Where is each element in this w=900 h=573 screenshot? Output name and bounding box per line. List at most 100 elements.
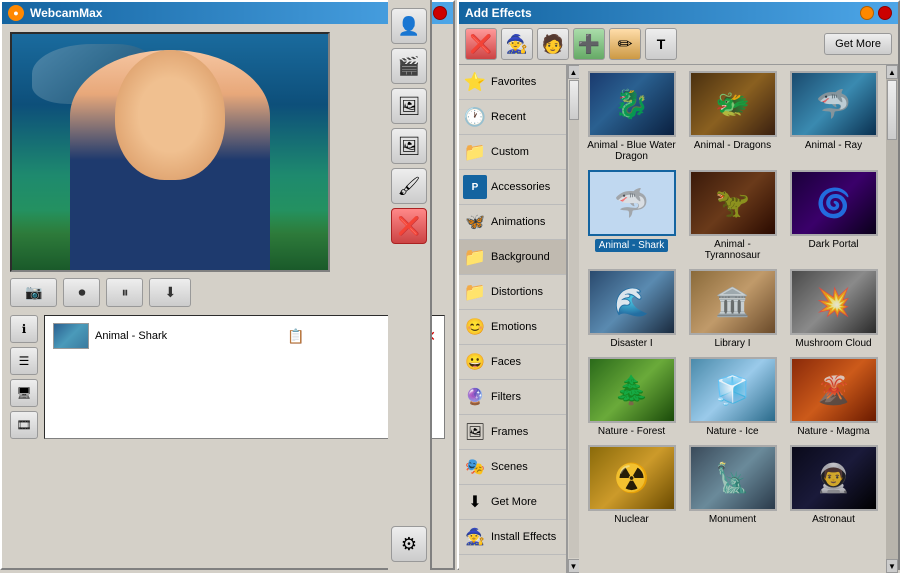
screen-sidebar-btn[interactable]: 🖼	[391, 88, 427, 124]
effect-nature-magma[interactable]: Nature - Magma	[787, 357, 880, 437]
info-icon[interactable]: ℹ	[10, 315, 38, 343]
effect-img-library	[689, 269, 777, 335]
effect-dark-portal[interactable]: Dark Portal	[787, 170, 880, 261]
close-button[interactable]	[433, 6, 447, 20]
effect-thumbnail	[53, 323, 89, 349]
effect-label-monument: Monument	[709, 514, 756, 525]
settings-sidebar-btn[interactable]: ⚙	[391, 526, 427, 562]
cat-background[interactable]: 📁 Background	[459, 240, 566, 275]
effect-nuclear[interactable]: Nuclear	[585, 445, 678, 525]
cat-filters-label: Filters	[491, 391, 521, 403]
cat-frames[interactable]: 🖼 Frames	[459, 415, 566, 450]
cat-custom[interactable]: 📁 Custom	[459, 135, 566, 170]
effect-blue-water-dragon[interactable]: Animal - Blue Water Dragon	[585, 71, 678, 162]
effects-scroll-down[interactable]: ▼	[886, 559, 898, 573]
copy-button[interactable]: 📋	[287, 328, 304, 345]
person-effect-btn[interactable]: 🧑	[537, 28, 569, 60]
monitor-icon[interactable]: 🖥	[10, 379, 38, 407]
cat-favorites[interactable]: ⭐ Favorites	[459, 65, 566, 100]
effect-label-magma: Nature - Magma	[797, 426, 869, 437]
cat-scroll-down[interactable]: ▼	[568, 559, 580, 573]
cat-animations[interactable]: 🦋 Animations	[459, 205, 566, 240]
effect-img-nuclear	[588, 445, 676, 511]
cat-custom-label: Custom	[491, 146, 529, 158]
effects-scroll-up[interactable]: ▲	[886, 65, 898, 79]
faces-icon: 😀	[463, 350, 487, 374]
controls-row: 📷 ⏺ ⏸ ⬇	[2, 278, 453, 307]
effects-minimize-button[interactable]	[860, 6, 874, 20]
effect-dragons[interactable]: Animal - Dragons	[686, 71, 779, 162]
picture-sidebar-btn[interactable]: 🖼	[391, 128, 427, 164]
remove-sidebar-btn[interactable]: ❌	[391, 208, 427, 244]
cat-install-effects[interactable]: 🧙 Install Effects	[459, 520, 566, 555]
list-icon[interactable]: ☰	[10, 347, 38, 375]
filters-icon: 🔮	[463, 385, 487, 409]
cat-scroll-up[interactable]: ▲	[568, 65, 580, 79]
cat-scroll-thumb[interactable]	[569, 80, 579, 120]
effect-label-blue-dragon: Animal - Blue Water Dragon	[587, 140, 677, 162]
effect-nature-forest[interactable]: Nature - Forest	[585, 357, 678, 437]
cat-recent[interactable]: 🕐 Recent	[459, 100, 566, 135]
effect-label-tyrannosaur: Animal - Tyrannosaur	[688, 239, 778, 261]
cat-distortions[interactable]: 📁 Distortions	[459, 275, 566, 310]
cat-scroll-track	[569, 80, 579, 558]
wizard-btn[interactable]: 🧙	[501, 28, 533, 60]
cat-frames-label: Frames	[491, 426, 528, 438]
get-more-button[interactable]: Get More	[824, 33, 892, 55]
effect-ray[interactable]: Animal - Ray	[787, 71, 880, 162]
person-head	[115, 50, 225, 180]
edit-effect-btn[interactable]: ✏	[609, 28, 641, 60]
accessories-icon: P	[463, 175, 487, 199]
side-icons: ℹ ☰ 🖥 🎞	[10, 315, 38, 439]
cat-filters[interactable]: 🔮 Filters	[459, 380, 566, 415]
film-icon[interactable]: 🎞	[10, 411, 38, 439]
effects-scroll-track	[886, 79, 898, 559]
effects-title: Add Effects	[465, 6, 532, 20]
cat-accessories[interactable]: P Accessories	[459, 170, 566, 205]
download-button[interactable]: ⬇	[149, 278, 191, 307]
app-icon: ●	[8, 5, 24, 21]
user-sidebar-btn[interactable]: 👤	[391, 8, 427, 44]
record-button[interactable]: ⏺	[63, 278, 100, 307]
effects-scroll-thumb[interactable]	[887, 80, 897, 140]
pause-button[interactable]: ⏸	[106, 278, 143, 307]
cat-emotions[interactable]: 😊 Emotions	[459, 310, 566, 345]
cat-get-more[interactable]: ⬇ Get More	[459, 485, 566, 520]
effect-disaster-1[interactable]: Disaster I	[585, 269, 678, 349]
effects-close-button[interactable]	[878, 6, 892, 20]
effect-tyrannosaur[interactable]: Animal - Tyrannosaur	[686, 170, 779, 261]
cat-favorites-label: Favorites	[491, 76, 536, 88]
cat-faces-label: Faces	[491, 356, 521, 368]
applied-effect-item[interactable]: Animal - Shark 📋 ✕	[49, 320, 440, 352]
effect-label-nuclear: Nuclear	[614, 514, 648, 525]
main-titlebar: ● WebcamMax	[2, 2, 453, 24]
brush-sidebar-btn[interactable]: 🖌	[391, 168, 427, 204]
category-scrollbar: ▲ ▼	[567, 65, 579, 573]
effect-label-ray: Animal - Ray	[805, 140, 862, 151]
applied-effects-list: Animal - Shark 📋 ✕	[44, 315, 445, 439]
text-effect-btn[interactable]: T	[645, 28, 677, 60]
cat-scenes-label: Scenes	[491, 461, 528, 473]
effect-nature-ice[interactable]: Nature - Ice	[686, 357, 779, 437]
effect-mushroom-cloud[interactable]: Mushroom Cloud	[787, 269, 880, 349]
category-list: ⭐ Favorites 🕐 Recent 📁 Custom P Accessor…	[459, 65, 567, 573]
cat-faces[interactable]: 😀 Faces	[459, 345, 566, 380]
effect-monument[interactable]: Monument	[686, 445, 779, 525]
effects-window: Add Effects ❌ 🧙 🧑 ➕ ✏ T Get More ⭐ Favor…	[457, 0, 900, 570]
effect-label-forest: Nature - Forest	[598, 426, 665, 437]
cat-scenes[interactable]: 🎭 Scenes	[459, 450, 566, 485]
effect-library-1[interactable]: Library I	[686, 269, 779, 349]
add-effect-btn[interactable]: ➕	[573, 28, 605, 60]
effect-astronaut[interactable]: Astronaut	[787, 445, 880, 525]
capture-button[interactable]: 📷	[10, 278, 57, 307]
effects-body: ⭐ Favorites 🕐 Recent 📁 Custom P Accessor…	[459, 65, 898, 573]
effect-label-library: Library I	[714, 338, 750, 349]
effect-shark[interactable]: Animal - Shark	[585, 170, 678, 261]
effect-img-mushroom	[790, 269, 878, 335]
video-sidebar-btn[interactable]: 🎬	[391, 48, 427, 84]
remove-effect-btn[interactable]: ❌	[465, 28, 497, 60]
effect-img-ray	[790, 71, 878, 137]
effect-label-ice: Nature - Ice	[706, 426, 758, 437]
cat-background-label: Background	[491, 251, 550, 263]
effect-img-ice	[689, 357, 777, 423]
